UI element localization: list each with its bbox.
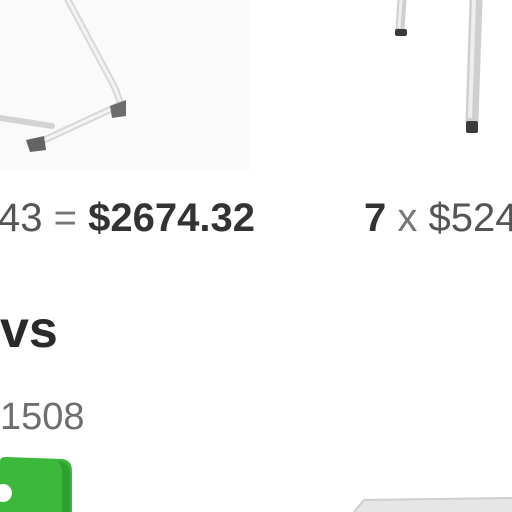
right-unit-price: $524 — [428, 196, 512, 240]
green-chair-thumbnail[interactable] — [0, 455, 80, 512]
left-price-calculation: 43 = $2674.32 — [0, 195, 255, 241]
left-total-price: $2674.32 — [88, 196, 255, 240]
chair-leg-short-foot — [395, 29, 407, 36]
multiply-sign: x — [397, 196, 418, 240]
right-quantity: 7 — [364, 196, 387, 240]
chair-legs-image — [395, 0, 483, 133]
right-price-calculation: 7 x $524 — [364, 195, 512, 241]
table-top-image — [353, 497, 512, 512]
article-number: 1508 — [0, 396, 85, 438]
equals-sign: = — [53, 196, 77, 240]
chair-leg-short-highlight — [397, 0, 403, 29]
section-heading: vs — [0, 301, 58, 359]
chair-frame-image — [0, 0, 250, 170]
left-quantity-fragment: 43 — [0, 196, 43, 240]
chair-leg-tall-foot — [466, 121, 478, 133]
